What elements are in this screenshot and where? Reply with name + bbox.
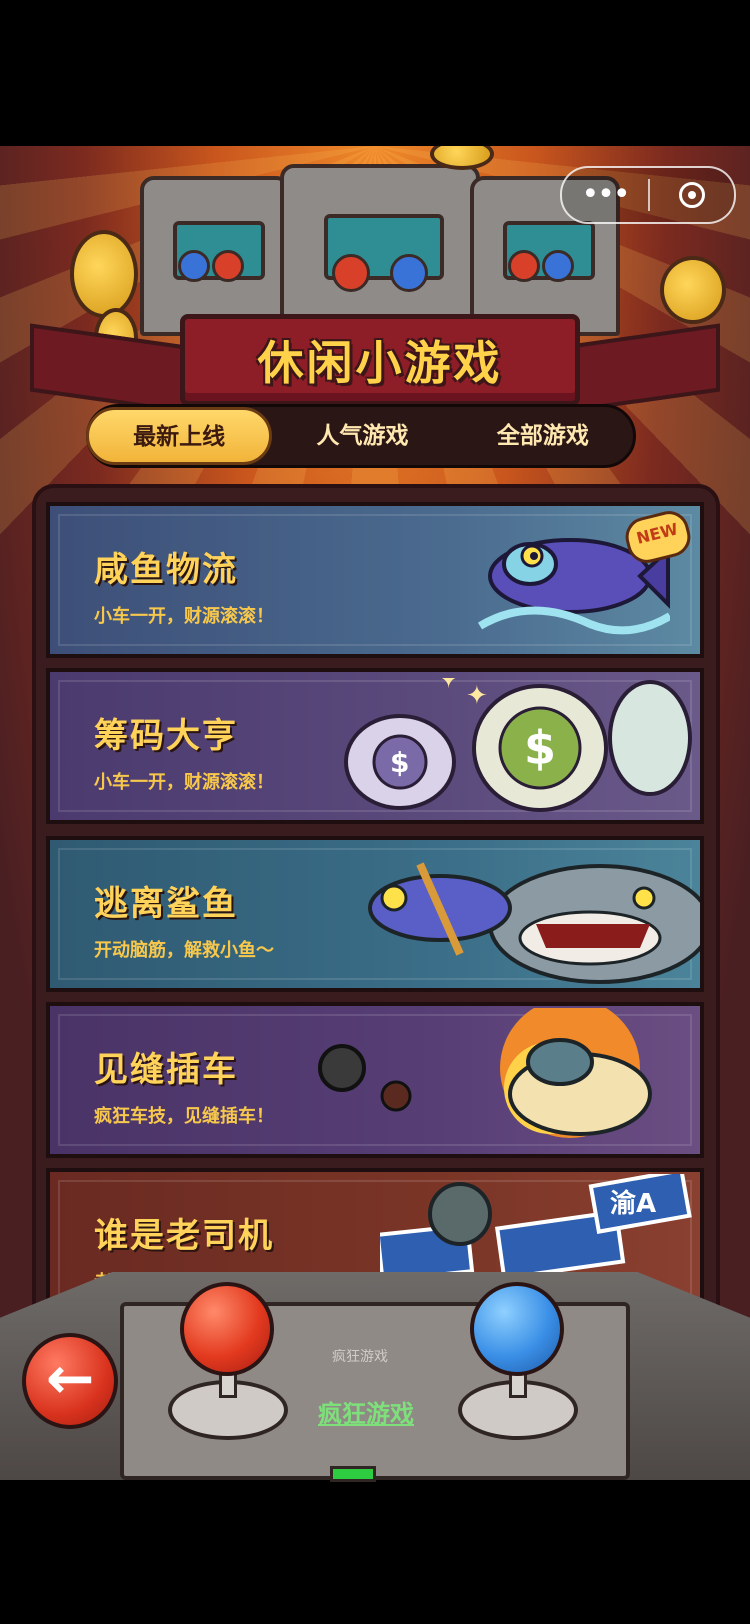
svg-text:✦: ✦ — [436, 678, 461, 696]
game-title: 咸鱼物流 — [94, 550, 238, 590]
title-banner: 休闲小游戏 — [180, 314, 580, 406]
game-card-chip-tycoon[interactable]: 筹码大亨 小车一开，财源滚滚！ $ $ ✦ ✦ — [46, 668, 704, 824]
gold-coin-icon — [70, 230, 138, 318]
game-title: 筹码大亨 — [94, 716, 238, 756]
game-title: 见缝插车 — [94, 1050, 238, 1090]
crazy-games-link[interactable]: 疯狂游戏 — [318, 1394, 414, 1429]
game-card-cut-in-car[interactable]: 见缝插车 疯狂车技，见缝插车！ — [46, 1002, 704, 1158]
game-subtitle: 小车一开，财源滚滚！ — [94, 772, 274, 793]
poker-chip-icon: $ $ ✦ ✦ — [344, 678, 692, 812]
coin-slot-indicator — [330, 1466, 376, 1482]
game-subtitle: 小车一开，财源滚滚！ — [94, 606, 274, 627]
brand-logo-text: 疯狂游戏 — [332, 1349, 388, 1365]
svg-text:渝A: 渝A — [610, 1188, 656, 1219]
game-title: 逃离鲨鱼 — [94, 884, 238, 924]
explosion-icon — [318, 1008, 652, 1138]
target-icon[interactable] — [650, 182, 734, 208]
mini-program-capsule: ••• — [560, 166, 736, 224]
game-tabs: 最新上线 人气游戏 全部游戏 — [86, 404, 636, 468]
back-button[interactable]: ← — [22, 1333, 118, 1429]
page-title: 休闲小游戏 — [257, 336, 503, 390]
arcade-machine-left — [140, 176, 290, 336]
game-subtitle: 开动脑筋，解救小鱼～ — [94, 940, 274, 961]
more-dots-icon[interactable]: ••• — [562, 168, 648, 222]
svg-text:$: $ — [390, 746, 409, 779]
tab-popular[interactable]: 人气游戏 — [272, 407, 452, 465]
svg-text:$: $ — [524, 721, 556, 775]
shark-icon — [368, 862, 700, 984]
game-card-escape-shark[interactable]: 逃离鲨鱼 开动脑筋，解救小鱼～ — [46, 836, 704, 992]
blue-joystick-button[interactable] — [470, 1282, 564, 1376]
arrow-left-icon: ← — [45, 1344, 95, 1412]
game-subtitle: 疯狂车技，见缝插车！ — [94, 1106, 274, 1127]
game-card-xianyu-logistics[interactable]: 咸鱼物流 小车一开，财源滚滚！ NEW — [46, 502, 704, 658]
tab-newest[interactable]: 最新上线 — [86, 407, 273, 465]
gold-coin-icon — [660, 256, 726, 324]
svg-text:✦: ✦ — [466, 681, 488, 711]
tab-all[interactable]: 全部游戏 — [453, 407, 633, 465]
game-title: 谁是老司机 — [94, 1216, 274, 1256]
red-joystick-button[interactable] — [180, 1282, 274, 1376]
